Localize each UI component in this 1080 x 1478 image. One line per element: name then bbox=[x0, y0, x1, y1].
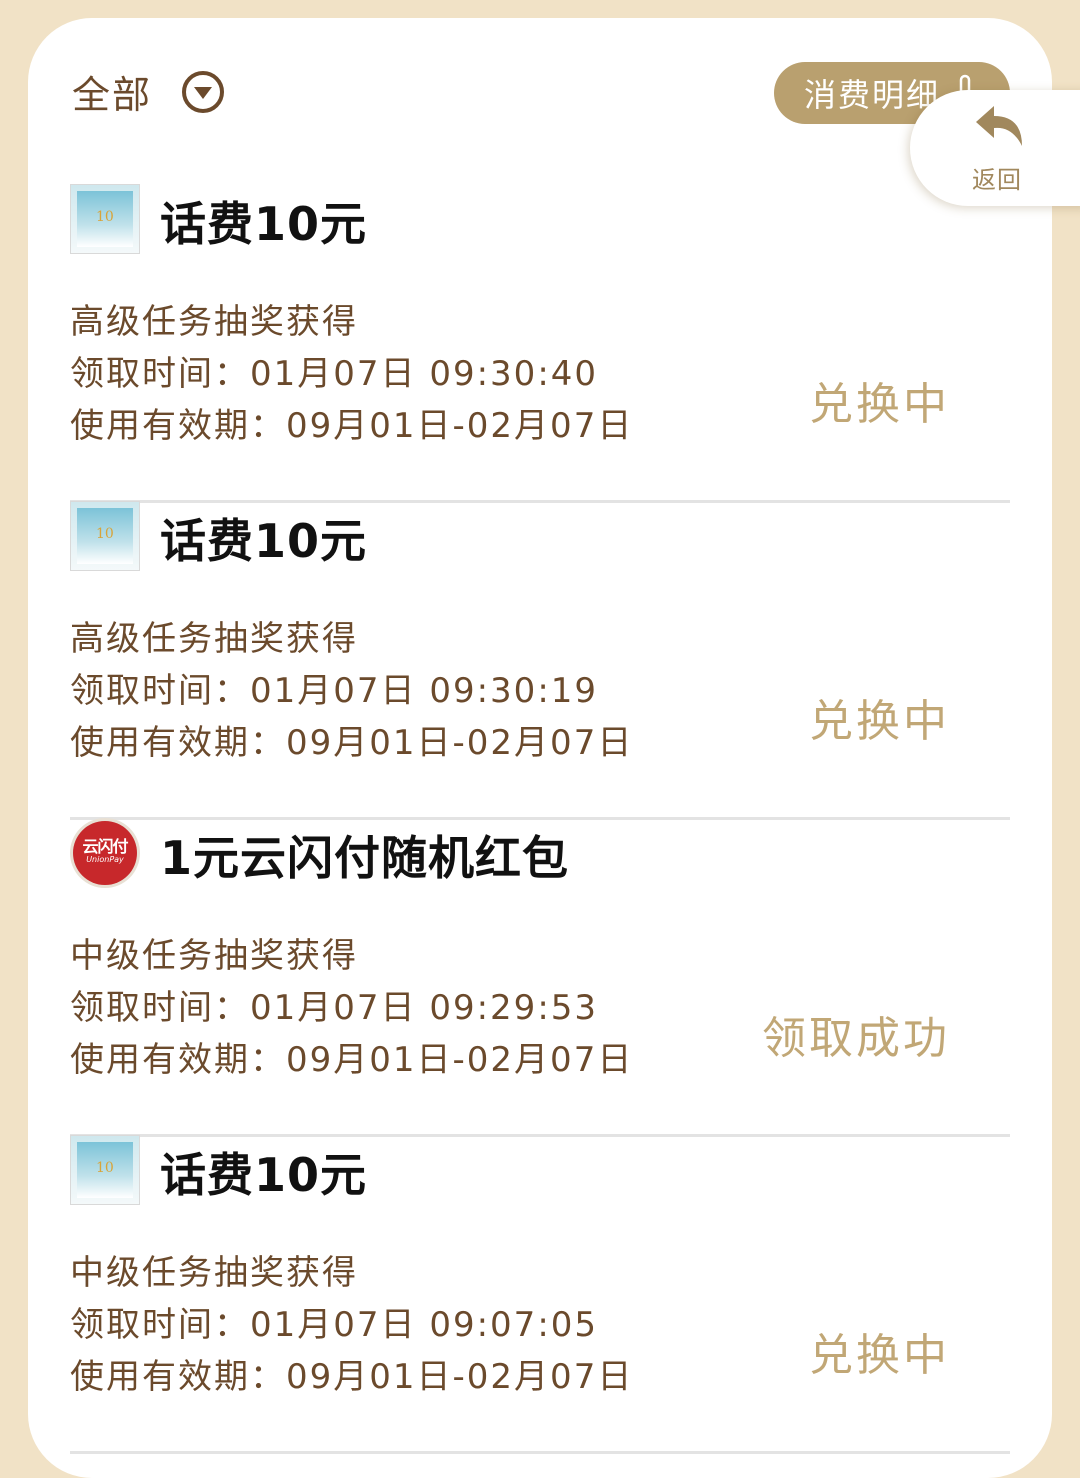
status-badge: 兑换中 bbox=[809, 1330, 950, 1381]
item-claim-time: 领取时间：01月07日 09:29:53 bbox=[70, 988, 599, 1028]
item-source: 高级任务抽奖获得 bbox=[70, 619, 358, 659]
item-validity: 使用有效期：09月01日-02月07日 bbox=[70, 723, 634, 763]
unionpay-logo-text: 云闪付 bbox=[82, 837, 128, 856]
status-badge: 兑换中 bbox=[809, 379, 950, 430]
item-validity: 使用有效期：09月01日-02月07日 bbox=[70, 1357, 634, 1397]
consumption-detail-label: 消费明细 bbox=[804, 76, 941, 114]
list-item[interactable]: 云闪付 UnionPay 1元云闪付随机红包 中级任务抽奖获得 领取时间：01月… bbox=[70, 818, 1010, 1137]
item-claim-time: 领取时间：01月07日 09:07:05 bbox=[70, 1305, 599, 1345]
item-title: 话费10元 bbox=[160, 1148, 368, 1202]
chevron-down-circle-icon bbox=[182, 70, 225, 113]
status-badge: 领取成功 bbox=[762, 1013, 950, 1064]
list-item[interactable]: 话费10元 高级任务抽奖获得 领取时间：01月07日 09:30:40 使用有效… bbox=[70, 184, 1010, 503]
item-title: 1元云闪付随机红包 bbox=[160, 831, 570, 885]
phone-bill-voucher-icon bbox=[70, 184, 140, 254]
list-item[interactable]: 话费10元 中级任务抽奖获得 领取时间：01月07日 09:07:05 使用有效… bbox=[70, 1135, 1010, 1454]
status-badge: 兑换中 bbox=[809, 696, 950, 747]
item-validity: 使用有效期：09月01日-02月07日 bbox=[70, 1040, 634, 1080]
item-source: 中级任务抽奖获得 bbox=[70, 1253, 358, 1293]
phone-bill-voucher-icon bbox=[70, 1135, 140, 1205]
item-claim-time: 领取时间：01月07日 09:30:40 bbox=[70, 354, 599, 394]
item-source: 高级任务抽奖获得 bbox=[70, 302, 358, 342]
item-validity: 使用有效期：09月01日-02月07日 bbox=[70, 406, 634, 446]
filter-dropdown[interactable]: 全部 bbox=[72, 64, 225, 119]
item-title: 话费10元 bbox=[160, 514, 368, 568]
unionpay-logo-subtext: UnionPay bbox=[86, 855, 124, 864]
phone-bill-voucher-icon bbox=[70, 501, 140, 571]
return-arrow-icon bbox=[976, 106, 1022, 146]
unionpay-logo-icon: 云闪付 UnionPay bbox=[70, 818, 140, 888]
item-title: 话费10元 bbox=[160, 197, 368, 251]
list-item[interactable]: 话费10元 高级任务抽奖获得 领取时间：01月07日 09:30:19 使用有效… bbox=[70, 501, 1010, 820]
filter-label: 全部 bbox=[72, 73, 153, 117]
item-claim-time: 领取时间：01月07日 09:30:19 bbox=[70, 671, 599, 711]
item-source: 中级任务抽奖获得 bbox=[70, 936, 358, 976]
